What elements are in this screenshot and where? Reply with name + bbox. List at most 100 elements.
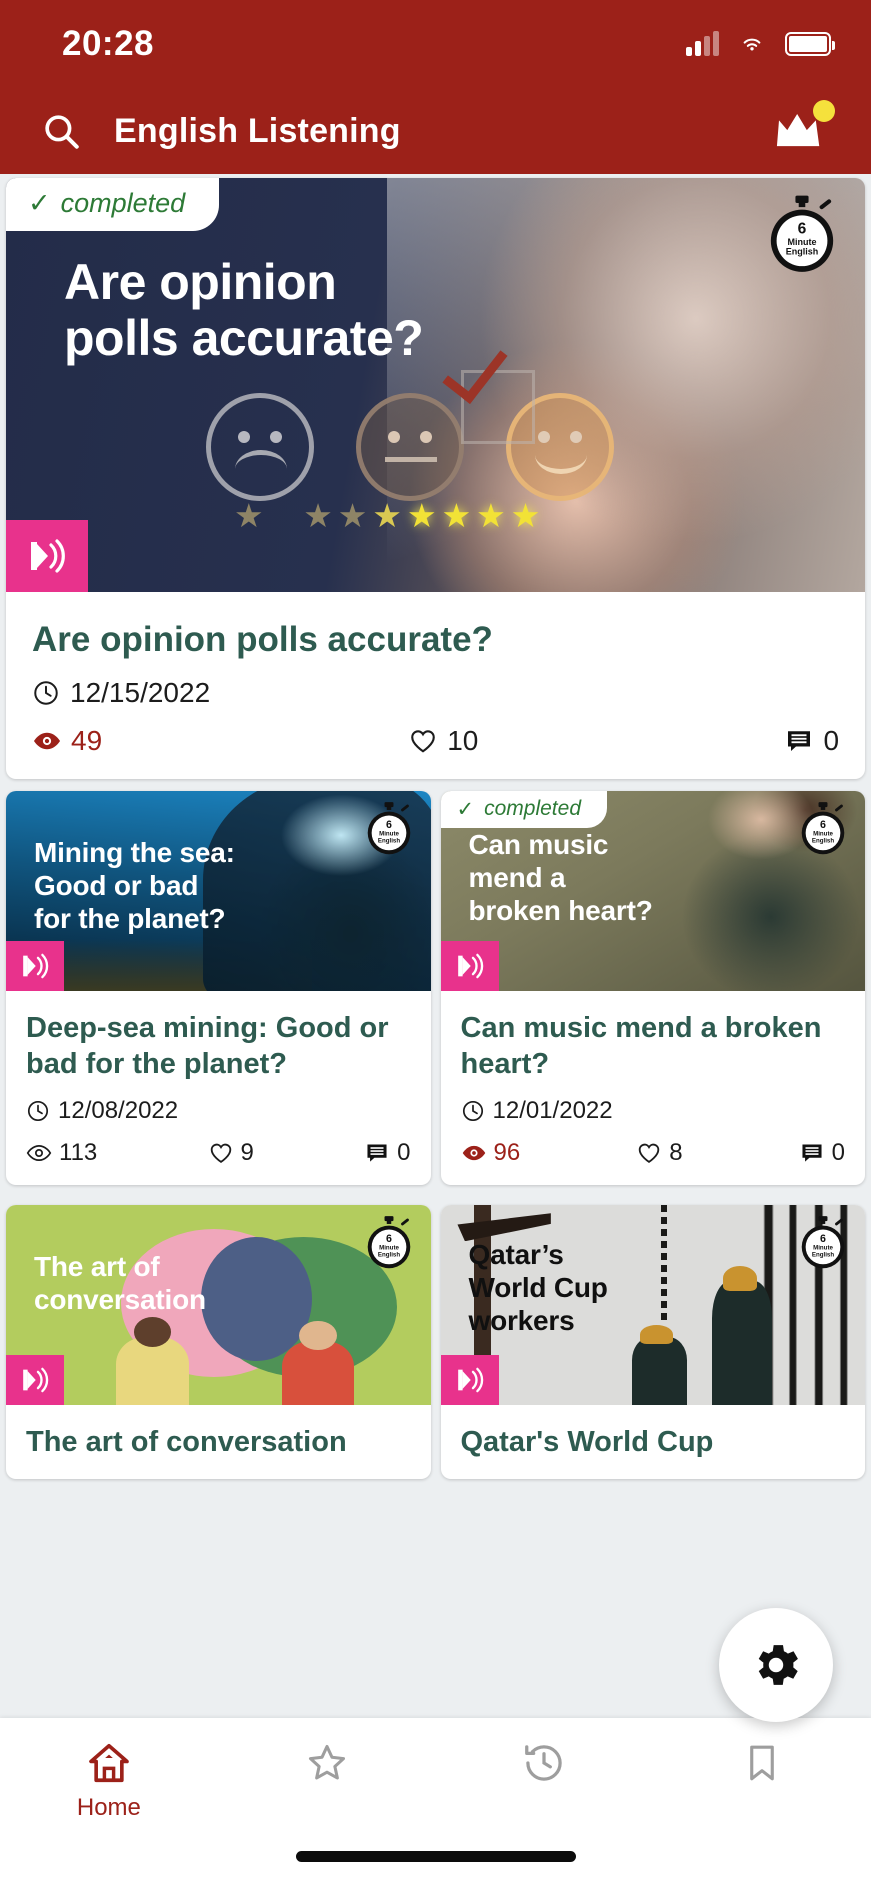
status-badge-label: completed bbox=[484, 797, 581, 821]
history-icon bbox=[525, 1745, 563, 1781]
lesson-title[interactable]: Qatar's World Cup bbox=[461, 1425, 846, 1461]
lesson-thumbnail: 6 Minute English The art of conversation bbox=[6, 1205, 431, 1406]
thumbnail-person-left bbox=[116, 1316, 189, 1406]
lesson-title[interactable]: Are opinion polls accurate? bbox=[32, 618, 839, 661]
lesson-card-body: Deep-sea mining: Good or bad for the pla… bbox=[6, 991, 431, 1185]
likes-stat: 9 bbox=[208, 1139, 254, 1167]
lesson-grid-column-left: 6 Minute English Mining the sea: Good or… bbox=[6, 791, 431, 1480]
svg-text:6: 6 bbox=[386, 819, 392, 831]
settings-fab-button[interactable] bbox=[719, 1608, 833, 1722]
lesson-stats: 49 10 0 bbox=[32, 725, 839, 757]
status-badge: ✓ completed bbox=[440, 791, 607, 829]
audio-badge bbox=[440, 941, 499, 992]
svg-text:Minute: Minute bbox=[788, 237, 817, 247]
page-title: English Listening bbox=[114, 111, 401, 150]
thumbnail-headline-line-2: Good or bad bbox=[34, 870, 199, 902]
lesson-card-body: Qatar's World Cup bbox=[441, 1405, 866, 1479]
svg-text:6: 6 bbox=[820, 819, 826, 831]
views-stat: 49 bbox=[32, 725, 102, 757]
six-minute-english-badge-icon: 6 Minute English bbox=[801, 1216, 845, 1269]
lesson-title[interactable]: The art of conversation bbox=[26, 1425, 411, 1461]
comments-stat: 0 bbox=[364, 1139, 411, 1167]
thumbnail-headline: Can music mend a broken heart? bbox=[469, 829, 653, 927]
thumbnail-headline-line-3: workers bbox=[468, 1304, 575, 1336]
signal-icon bbox=[686, 31, 719, 56]
svg-text:English: English bbox=[812, 838, 834, 845]
six-minute-english-badge-icon: 6 Minute English bbox=[367, 1216, 410, 1269]
thumbnail-headline-line-2: conversation bbox=[34, 1284, 206, 1316]
svg-text:Minute: Minute bbox=[379, 831, 399, 838]
thumbnail-headline: The art of conversation bbox=[34, 1251, 206, 1317]
bbc-sounds-icon bbox=[457, 1368, 483, 1393]
lesson-card-body: The art of conversation bbox=[6, 1405, 431, 1479]
likes-count: 9 bbox=[240, 1139, 254, 1167]
eye-icon bbox=[462, 1146, 485, 1161]
lesson-thumbnail: ✓ completed 6 Minute English Can music m… bbox=[440, 791, 865, 992]
lesson-title[interactable]: Deep-sea mining: Good or bad for the pla… bbox=[26, 1011, 411, 1083]
six-minute-english-badge-icon: 6 Minute English bbox=[770, 195, 834, 272]
views-count: 113 bbox=[59, 1139, 98, 1167]
home-indicator bbox=[295, 1851, 576, 1862]
svg-text:English: English bbox=[377, 838, 399, 845]
sad-face-icon bbox=[206, 393, 314, 501]
clock-icon bbox=[27, 1101, 49, 1122]
eye-icon bbox=[26, 1145, 52, 1162]
comments-count: 0 bbox=[397, 1139, 411, 1167]
lesson-stats: 113 9 0 bbox=[26, 1139, 411, 1167]
thumbnail-headline-line-2: polls accurate? bbox=[64, 310, 424, 366]
check-icon: ✓ bbox=[456, 797, 475, 821]
gear-icon bbox=[758, 1645, 798, 1685]
nav-item-favorites[interactable] bbox=[218, 1740, 436, 1786]
home-icon bbox=[89, 1743, 129, 1783]
comment-icon bbox=[802, 1144, 822, 1162]
lesson-title[interactable]: Can music mend a broken heart? bbox=[461, 1011, 846, 1083]
svg-text:Minute: Minute bbox=[813, 1245, 833, 1252]
heart-icon bbox=[411, 730, 436, 753]
thumbnail-headline: Are opinion polls accurate? bbox=[64, 254, 424, 366]
thumbnail-headline-line-2: World Cup bbox=[468, 1272, 608, 1304]
status-time: 20:28 bbox=[62, 24, 155, 63]
lesson-date-text: 12/08/2022 bbox=[58, 1097, 179, 1125]
featured-lesson-card[interactable]: ✓ completed 6 Minute English Are opinion… bbox=[6, 178, 865, 780]
bbc-sounds-icon bbox=[31, 539, 65, 573]
thumbnail-headline-line-2: mend a bbox=[468, 862, 566, 894]
views-count: 49 bbox=[71, 725, 103, 757]
comments-count: 0 bbox=[823, 725, 840, 757]
nav-item-home[interactable]: Home bbox=[0, 1740, 218, 1822]
lesson-date-text: 12/15/2022 bbox=[70, 677, 211, 709]
comments-stat: 0 bbox=[799, 1139, 845, 1167]
search-button[interactable] bbox=[30, 100, 92, 162]
svg-text:English: English bbox=[377, 1252, 399, 1259]
clock-icon bbox=[462, 1101, 483, 1122]
lesson-date: 12/08/2022 bbox=[26, 1097, 411, 1125]
likes-count: 8 bbox=[669, 1139, 683, 1167]
thumbnail-person-right bbox=[281, 1320, 355, 1406]
six-minute-english-badge-icon: 6 Minute English bbox=[801, 802, 845, 855]
lesson-date: 12/15/2022 bbox=[32, 677, 839, 709]
eye-icon bbox=[34, 733, 60, 750]
search-icon bbox=[45, 115, 79, 149]
lesson-card[interactable]: 6 Minute English Qatar’s World Cup worke… bbox=[440, 1205, 866, 1480]
premium-badge-dot bbox=[813, 100, 835, 122]
svg-text:English: English bbox=[812, 1252, 834, 1259]
lesson-date: 12/01/2022 bbox=[461, 1097, 846, 1125]
lesson-card[interactable]: ✓ completed 6 Minute English Can music m… bbox=[440, 791, 865, 1186]
likes-stat: 8 bbox=[636, 1139, 683, 1167]
svg-text:6: 6 bbox=[820, 1233, 826, 1245]
svg-text:6: 6 bbox=[386, 1233, 392, 1245]
lesson-card[interactable]: 6 Minute English The art of conversation bbox=[6, 1205, 431, 1480]
lesson-thumbnail: 6 Minute English Mining the sea: Good or… bbox=[6, 791, 431, 992]
nav-item-bookmarks[interactable] bbox=[653, 1740, 871, 1786]
thumbnail-worker-one bbox=[712, 1266, 772, 1406]
svg-text:English: English bbox=[786, 247, 819, 257]
views-stat: 113 bbox=[26, 1139, 97, 1167]
thumbnail-headline-line-3: for the planet? bbox=[34, 902, 226, 934]
thumbnail-headline: Qatar’s World Cup workers bbox=[469, 1239, 608, 1337]
comments-count: 0 bbox=[831, 1139, 846, 1167]
lesson-card[interactable]: 6 Minute English Mining the sea: Good or… bbox=[6, 791, 431, 1186]
nav-item-history[interactable] bbox=[436, 1740, 654, 1786]
thumbnail-headline-line-1: Can music bbox=[468, 829, 609, 861]
star-icon bbox=[308, 1744, 345, 1780]
thumbnail-headline-line-1: Qatar’s bbox=[468, 1239, 564, 1271]
premium-button[interactable] bbox=[767, 100, 837, 162]
